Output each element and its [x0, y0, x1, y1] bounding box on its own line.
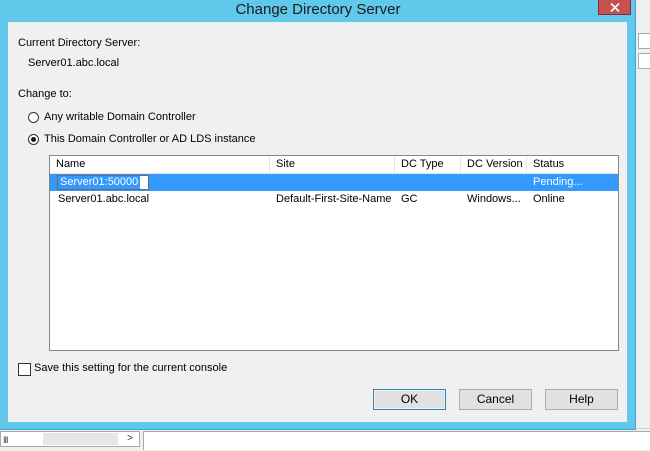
- background-control: [638, 33, 650, 49]
- save-setting-label[interactable]: Save this setting for the current consol…: [34, 362, 227, 374]
- change-directory-server-dialog: Change Directory Server Current Director…: [0, 0, 636, 430]
- ok-button[interactable]: OK: [373, 389, 446, 410]
- row-status: Online: [533, 193, 565, 205]
- change-to-label: Change to:: [18, 88, 72, 100]
- row-dc-type: GC: [401, 193, 418, 205]
- column-header-name[interactable]: Name: [50, 156, 270, 173]
- close-icon: [609, 2, 620, 12]
- dialog-client-area: Current Directory Server: Server01.abc.l…: [8, 22, 627, 422]
- row-status: Pending...: [533, 176, 583, 188]
- save-setting-checkbox[interactable]: [18, 363, 31, 376]
- row-name: Server01.abc.local: [58, 193, 150, 205]
- title-bar[interactable]: Change Directory Server: [0, 0, 636, 22]
- list-row[interactable]: Server01:50000 Pending...: [50, 174, 618, 191]
- help-button[interactable]: Help: [545, 389, 618, 410]
- current-server-value: Server01.abc.local: [28, 57, 120, 69]
- row-site: Default-First-Site-Name: [276, 193, 392, 205]
- column-header-dc-version[interactable]: DC Version: [461, 156, 527, 173]
- current-server-label: Current Directory Server:: [18, 37, 141, 49]
- scrollbar-track[interactable]: [43, 433, 118, 445]
- column-header-dc-type[interactable]: DC Type: [395, 156, 461, 173]
- scroll-grip-icon: III: [3, 435, 8, 445]
- column-header-site[interactable]: Site: [270, 156, 395, 173]
- radio-this-dc[interactable]: [28, 134, 39, 145]
- background-control: [638, 53, 650, 69]
- horizontal-scrollbar[interactable]: III >: [0, 431, 140, 447]
- radio-this-dc-label[interactable]: This Domain Controller or AD LDS instanc…: [44, 133, 256, 145]
- radio-any-writable-dc-label[interactable]: Any writable Domain Controller: [44, 111, 196, 123]
- dialog-title: Change Directory Server: [235, 1, 401, 18]
- list-row[interactable]: Server01.abc.local Default-First-Site-Na…: [50, 191, 618, 208]
- close-button[interactable]: [598, 0, 631, 15]
- row-dc-version: Windows...: [467, 193, 521, 205]
- radio-selected-dot: [31, 137, 36, 142]
- column-header-status[interactable]: Status: [527, 156, 618, 173]
- background-pane: [143, 431, 650, 450]
- scroll-right-icon[interactable]: >: [122, 432, 138, 446]
- rename-edit-box[interactable]: Server01:50000: [57, 175, 149, 190]
- rename-edit-text[interactable]: Server01:50000: [58, 176, 141, 189]
- domain-controller-list[interactable]: Name Site DC Type DC Version Status Serv…: [49, 155, 619, 351]
- background-window-edge: [636, 0, 650, 430]
- cancel-button[interactable]: Cancel: [459, 389, 532, 410]
- radio-any-writable-dc[interactable]: [28, 112, 39, 123]
